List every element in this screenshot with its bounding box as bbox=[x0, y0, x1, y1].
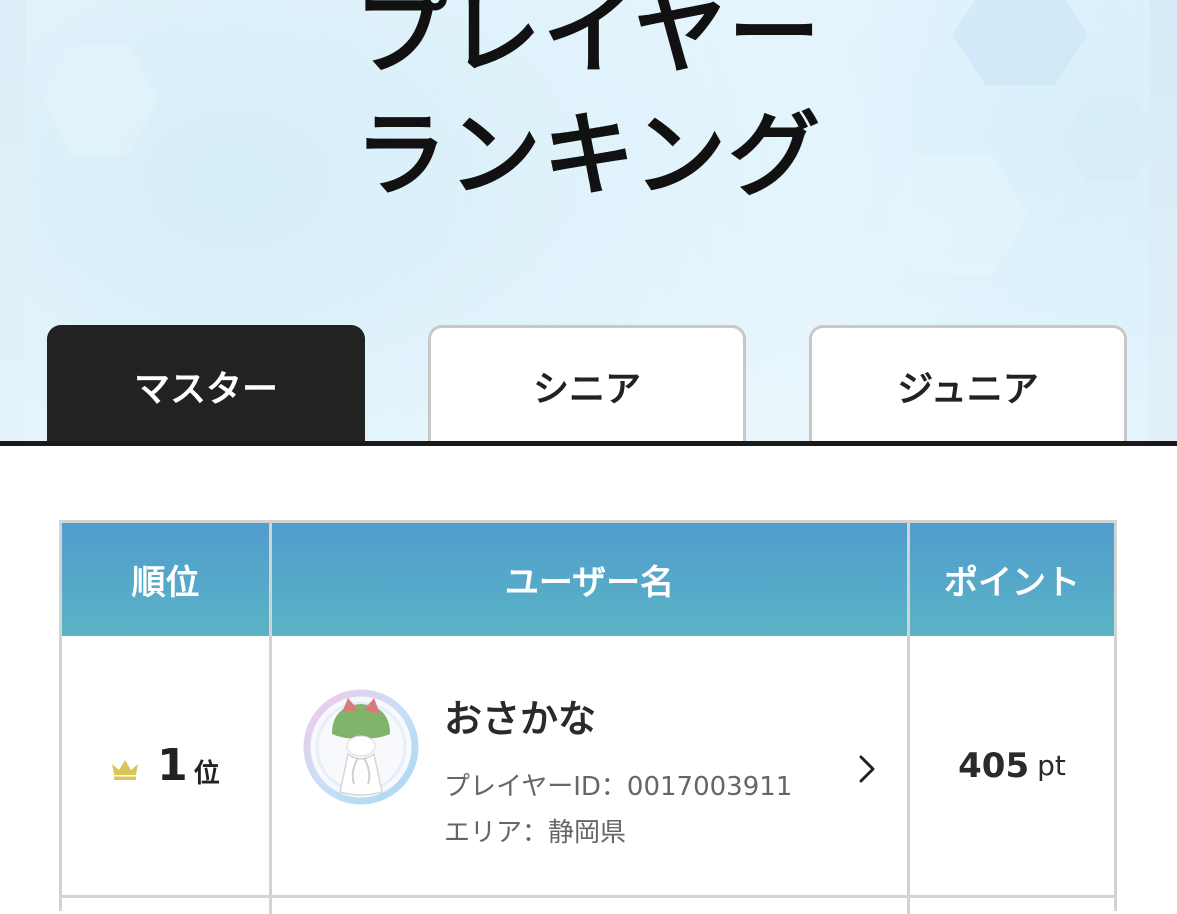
page-title-line-1: プレイヤー bbox=[354, 0, 823, 87]
chevron-right-icon bbox=[859, 755, 875, 783]
user-name: おさかな bbox=[444, 697, 597, 741]
crown-icon bbox=[112, 759, 139, 780]
tab-master[interactable]: マスター bbox=[47, 325, 365, 443]
table-header: 順位 ユーザー名 ポイント bbox=[62, 523, 1114, 636]
tab-junior[interactable]: ジュニア bbox=[809, 325, 1127, 443]
table-row-user-link[interactable]: おさかな プレイヤーID：0017003911 エリア：静岡県 bbox=[272, 636, 907, 895]
header-points: ポイント bbox=[944, 563, 1080, 603]
header-rank: 順位 bbox=[131, 563, 200, 603]
rank-suffix: 位 bbox=[193, 759, 220, 789]
rank-cell: 1 位 bbox=[62, 636, 269, 895]
ranking-table: 順位 ユーザー名 ポイント 1 位 おさかな プレイヤーID：001700391… bbox=[59, 520, 1117, 914]
column-divider bbox=[269, 523, 272, 914]
tab-underline bbox=[0, 441, 1177, 446]
page-title-line-2: ランキング bbox=[354, 102, 823, 209]
column-divider bbox=[907, 523, 910, 914]
points-unit: pt bbox=[1037, 749, 1066, 782]
points-cell: 405 pt bbox=[910, 636, 1114, 895]
player-area: エリア：静岡県 bbox=[444, 818, 627, 848]
avatar bbox=[303, 689, 419, 805]
rank-number: 1 bbox=[157, 740, 188, 791]
tab-senior[interactable]: シニア bbox=[428, 325, 746, 443]
player-id: プレイヤーID：0017003911 bbox=[444, 772, 793, 802]
points-value: 405 bbox=[958, 745, 1030, 786]
header-username: ユーザー名 bbox=[504, 563, 675, 603]
row-divider bbox=[62, 895, 1114, 898]
